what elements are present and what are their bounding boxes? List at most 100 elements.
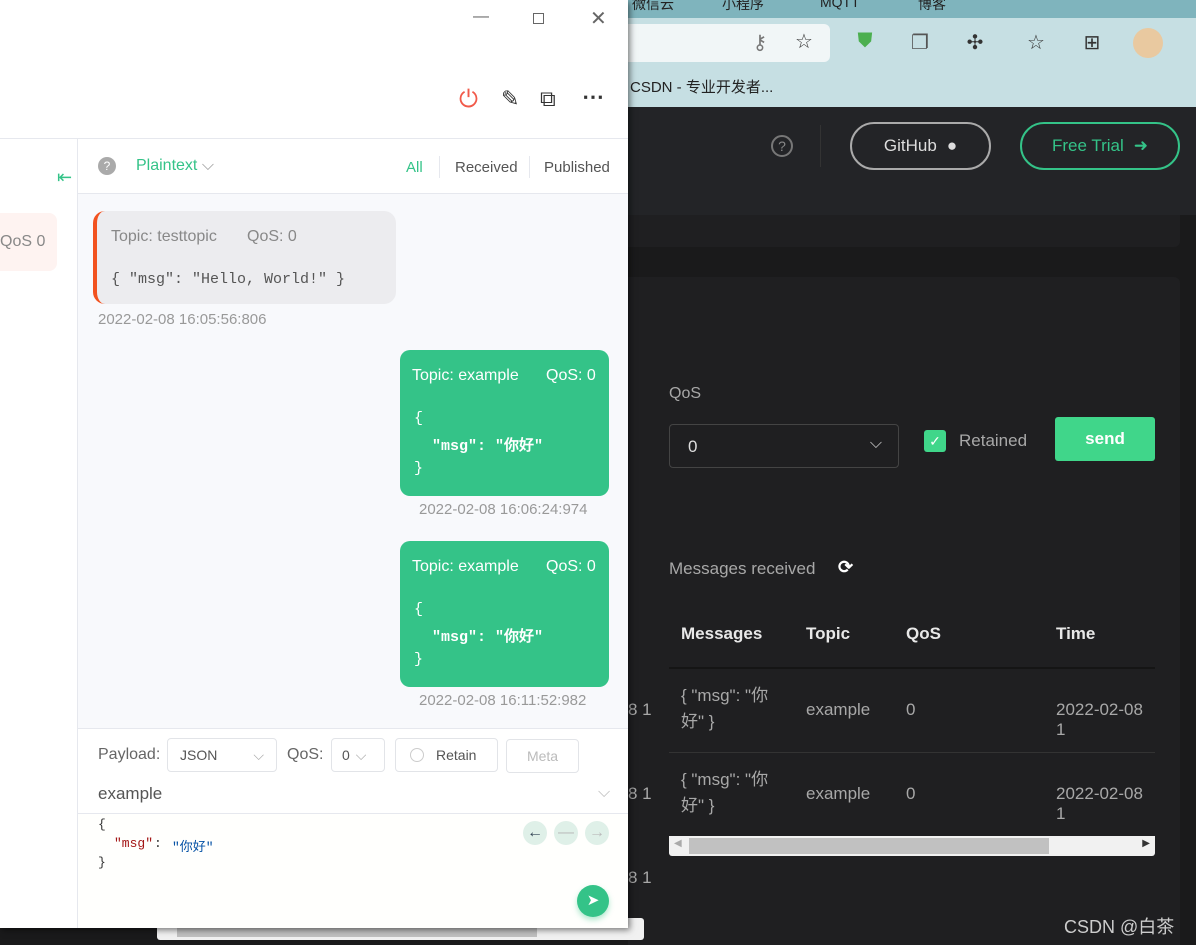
scrollbar-thumb[interactable]: [689, 838, 1049, 854]
topic-input[interactable]: example: [98, 784, 162, 804]
key-icon[interactable]: ⚷: [746, 30, 774, 55]
message-published: Topic: example QoS: 0 { "msg": "你好" }: [400, 541, 609, 687]
collections-icon[interactable]: ❐: [906, 30, 934, 55]
payload-editor[interactable]: { "msg" : "你好" } ← — → ➤: [78, 813, 628, 928]
message-topic: Topic: example: [412, 558, 519, 575]
format-label: Plaintext: [136, 157, 198, 174]
scroll-right-icon[interactable]: ▶: [1142, 838, 1150, 849]
editor-key: "msg": [114, 836, 154, 851]
message-topic: Topic: example: [412, 367, 519, 384]
qos-select[interactable]: 0 ⌵: [669, 424, 899, 468]
table-row: { "msg": "你好" } example 0 2022-02-08 1: [669, 669, 1155, 753]
editor-line: }: [98, 855, 106, 870]
more-icon[interactable]: ⋯: [582, 84, 604, 110]
payload-type-value: JSON: [180, 747, 218, 763]
column-header: Topic: [806, 624, 851, 643]
cut-cell: 8 1: [628, 784, 652, 803]
collapse-list-icon[interactable]: ⇤: [57, 167, 72, 188]
history-back-icon[interactable]: ←: [523, 821, 547, 845]
scroll-left-icon[interactable]: ◀: [674, 838, 682, 849]
qos-select[interactable]: 0 ⌵: [331, 738, 385, 772]
message-qos: QoS: 0: [546, 558, 596, 575]
subscription-chip[interactable]: QoS 0: [0, 213, 57, 271]
send-icon[interactable]: ➤: [577, 885, 609, 917]
adblock-shield-icon[interactable]: ⛊: [851, 30, 879, 53]
favorites-icon[interactable]: ☆: [1022, 30, 1050, 55]
retain-toggle[interactable]: Retain: [395, 738, 498, 772]
cell-topic: example: [806, 700, 871, 719]
minimize-icon[interactable]: —: [473, 8, 489, 26]
cut-cell: 8 1: [628, 868, 652, 887]
filter-published[interactable]: Published: [544, 159, 610, 176]
history-forward-icon[interactable]: →: [585, 821, 609, 845]
message-topic: Topic: testtopic: [111, 228, 217, 245]
message-qos: QoS: 0: [546, 367, 596, 384]
github-icon: ●: [946, 136, 958, 155]
send-button[interactable]: send: [1055, 417, 1155, 461]
help-icon[interactable]: ?: [771, 135, 793, 157]
meta-button[interactable]: Meta: [506, 739, 579, 773]
table-row: { "msg": "你好" } example 0 2022-02-08 1: [669, 753, 1155, 837]
qos-label: QoS: [669, 385, 702, 402]
free-trial-label: Free Trial: [1051, 136, 1124, 155]
cell-message: { "msg": "你好" }: [681, 770, 769, 815]
messages-received-title: Messages received: [669, 559, 816, 578]
filter-received[interactable]: Received: [455, 159, 518, 176]
mqttx-window: — ✕ ⏻ ✎ ⧉ ⋯ ⇤ QoS 0 ? Plaintext ⌵ All Re…: [0, 0, 628, 928]
cell-qos: 0: [906, 700, 916, 719]
help-icon[interactable]: ?: [98, 157, 116, 175]
edit-icon[interactable]: ✎: [501, 86, 519, 112]
column-header: Time: [1056, 624, 1096, 643]
editor-colon: :: [154, 836, 162, 851]
avatar[interactable]: [1133, 28, 1163, 58]
message-time: 2022-02-08 16:05:56:806: [98, 311, 267, 328]
cell-qos: 0: [906, 784, 916, 803]
cell-time: 2022-02-08 1: [1056, 784, 1143, 823]
chevron-down-icon: ⌵: [869, 435, 882, 452]
chevron-down-icon[interactable]: ⌵: [598, 784, 610, 802]
close-icon[interactable]: ✕: [590, 6, 607, 31]
favorite-add-icon[interactable]: ☆: [790, 29, 818, 54]
editor-value: "你好": [172, 840, 214, 855]
payload-line: "msg": "你好": [414, 629, 544, 646]
payload-type-select[interactable]: JSON ⌵: [167, 738, 277, 772]
new-window-icon[interactable]: ⧉: [540, 86, 556, 112]
cell-message: { "msg": "你好" }: [681, 686, 769, 731]
free-trial-button[interactable]: Free Trial ➜: [1020, 122, 1180, 170]
payload-format-select[interactable]: Plaintext ⌵: [136, 157, 214, 175]
maximize-icon[interactable]: [533, 13, 544, 24]
add-collection-icon[interactable]: ⊞: [1078, 30, 1106, 55]
github-button[interactable]: GitHub ●: [850, 122, 991, 170]
watermark: CSDN @白茶: [1064, 917, 1175, 937]
message-published: Topic: example QoS: 0 { "msg": "你好" }: [400, 350, 609, 496]
divider: [78, 728, 628, 729]
payload-line: "msg": "你好": [414, 438, 544, 455]
retain-label: Retain: [436, 747, 477, 763]
qos-label: QoS:: [287, 746, 324, 763]
browser-tab[interactable]: 博客: [918, 0, 946, 14]
filter-all[interactable]: All: [406, 159, 423, 176]
bookmark-csdn[interactable]: CSDN - 专业开发者...: [630, 76, 773, 97]
github-label: GitHub: [883, 136, 937, 155]
browser-tab[interactable]: 小程序: [722, 0, 764, 14]
retained-checkbox[interactable]: ✓: [924, 430, 946, 452]
divider: [439, 156, 440, 178]
payload-line: }: [414, 651, 424, 668]
history-clear-icon[interactable]: —: [554, 821, 578, 845]
payload-label: Payload:: [98, 746, 161, 763]
disconnect-power-icon[interactable]: ⏻: [459, 86, 478, 114]
column-header: Messages: [681, 624, 763, 643]
message-qos: QoS: 0: [247, 228, 297, 245]
divider: [0, 138, 628, 139]
divider: [820, 125, 821, 167]
chevron-down-icon: ⌵: [253, 746, 264, 763]
horizontal-scrollbar[interactable]: ◀ ▶: [669, 836, 1155, 856]
browser-tab[interactable]: MQTT: [820, 0, 860, 10]
arrow-right-icon: ➜: [1133, 136, 1149, 155]
extensions-icon[interactable]: ✣: [961, 30, 989, 55]
refresh-icon[interactable]: ⟳: [838, 557, 853, 578]
retained-label: Retained: [959, 431, 1028, 450]
browser-tab[interactable]: 微信云: [632, 0, 674, 14]
address-bar[interactable]: ⚷ ☆: [600, 24, 830, 62]
payload-line: {: [414, 410, 424, 427]
